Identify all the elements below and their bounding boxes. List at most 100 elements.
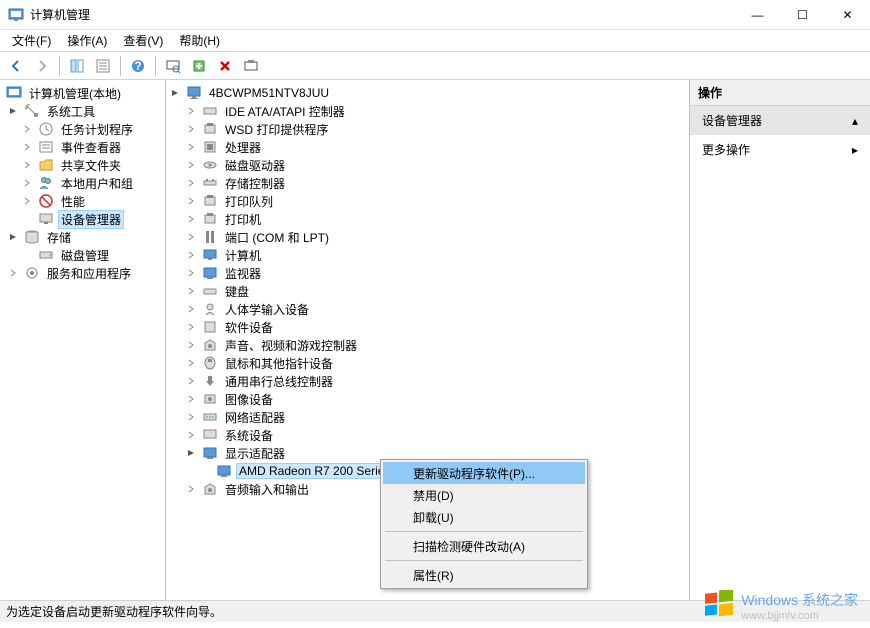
disk-mgmt-icon bbox=[38, 247, 54, 263]
display-adapter-icon bbox=[216, 463, 232, 479]
menu-action[interactable]: 操作(A) bbox=[59, 30, 115, 51]
disable-button[interactable] bbox=[213, 55, 237, 77]
device-category[interactable]: 图像设备 bbox=[168, 390, 687, 408]
device-category[interactable]: 端口 (COM 和 LPT) bbox=[168, 228, 687, 246]
ctx-update-driver[interactable]: 更新驱动程序软件(P)... bbox=[383, 462, 585, 484]
show-hide-tree-button[interactable] bbox=[65, 55, 89, 77]
tree-device-manager[interactable]: 设备管理器 bbox=[2, 210, 163, 228]
computer-mgmt-icon bbox=[6, 85, 22, 101]
ctx-uninstall[interactable]: 卸载(U) bbox=[383, 506, 585, 528]
expander-icon[interactable] bbox=[184, 194, 198, 208]
update-driver-button[interactable] bbox=[187, 55, 211, 77]
tree-storage[interactable]: 存储 bbox=[2, 228, 163, 246]
actions-more[interactable]: 更多操作 ▸ bbox=[690, 135, 870, 164]
expander-icon[interactable] bbox=[184, 320, 198, 334]
tree-item[interactable]: 事件查看器 bbox=[2, 138, 163, 156]
expander-icon[interactable] bbox=[184, 392, 198, 406]
menu-file[interactable]: 文件(F) bbox=[4, 30, 59, 51]
storage-icon bbox=[24, 229, 40, 245]
device-icon bbox=[202, 337, 218, 353]
uninstall-button[interactable] bbox=[239, 55, 263, 77]
tree-item[interactable]: 磁盘管理 bbox=[2, 246, 163, 264]
expander-icon[interactable] bbox=[184, 212, 198, 226]
device-category[interactable]: IDE ATA/ATAPI 控制器 bbox=[168, 102, 687, 120]
menu-view[interactable]: 查看(V) bbox=[115, 30, 171, 51]
maximize-button[interactable]: ☐ bbox=[780, 0, 825, 30]
expander-icon[interactable] bbox=[20, 122, 34, 136]
device-category[interactable]: 声音、视频和游戏控制器 bbox=[168, 336, 687, 354]
device-icon bbox=[202, 103, 218, 119]
expander-icon[interactable] bbox=[184, 428, 198, 442]
device-category[interactable]: 监视器 bbox=[168, 264, 687, 282]
arrow-up-icon: ▴ bbox=[852, 114, 858, 128]
device-category[interactable]: 鼠标和其他指针设备 bbox=[168, 354, 687, 372]
expander-icon[interactable] bbox=[184, 230, 198, 244]
expander-icon[interactable] bbox=[184, 122, 198, 136]
device-manager-icon bbox=[38, 211, 54, 227]
device-category[interactable]: 存储控制器 bbox=[168, 174, 687, 192]
device-category[interactable]: 计算机 bbox=[168, 246, 687, 264]
right-pane: 操作 设备管理器 ▴ 更多操作 ▸ bbox=[690, 80, 870, 600]
expander-icon[interactable] bbox=[184, 338, 198, 352]
tree-item[interactable]: 共享文件夹 bbox=[2, 156, 163, 174]
device-category[interactable]: WSD 打印提供程序 bbox=[168, 120, 687, 138]
expander-icon[interactable] bbox=[20, 176, 34, 190]
help-button[interactable]: ? bbox=[126, 55, 150, 77]
expander-icon[interactable] bbox=[184, 104, 198, 118]
device-icon bbox=[202, 157, 218, 173]
back-button[interactable] bbox=[4, 55, 28, 77]
expander-icon[interactable] bbox=[6, 266, 20, 280]
device-icon bbox=[202, 391, 218, 407]
expander-icon[interactable] bbox=[184, 140, 198, 154]
tree-item[interactable]: 任务计划程序 bbox=[2, 120, 163, 138]
scan-button[interactable] bbox=[161, 55, 185, 77]
properties-button[interactable] bbox=[91, 55, 115, 77]
expander-icon[interactable] bbox=[168, 86, 182, 100]
device-category[interactable]: 磁盘驱动器 bbox=[168, 156, 687, 174]
actions-selected[interactable]: 设备管理器 ▴ bbox=[690, 106, 870, 135]
ctx-disable[interactable]: 禁用(D) bbox=[383, 484, 585, 506]
tree-services[interactable]: 服务和应用程序 bbox=[2, 264, 163, 282]
menu-help[interactable]: 帮助(H) bbox=[171, 30, 228, 51]
ctx-scan[interactable]: 扫描检测硬件改动(A) bbox=[383, 535, 585, 557]
device-category[interactable]: 处理器 bbox=[168, 138, 687, 156]
expander-icon[interactable] bbox=[20, 140, 34, 154]
expander-icon[interactable] bbox=[184, 266, 198, 280]
expander-icon[interactable] bbox=[184, 374, 198, 388]
device-category[interactable]: 通用串行总线控制器 bbox=[168, 372, 687, 390]
services-icon bbox=[24, 265, 40, 281]
tree-root[interactable]: 计算机管理(本地) bbox=[2, 84, 163, 102]
expander-icon[interactable] bbox=[6, 104, 20, 118]
device-category[interactable]: 人体学输入设备 bbox=[168, 300, 687, 318]
computer-icon bbox=[186, 85, 202, 101]
device-category[interactable]: 软件设备 bbox=[168, 318, 687, 336]
expander-icon[interactable] bbox=[184, 284, 198, 298]
close-button[interactable]: ✕ bbox=[825, 0, 870, 30]
device-category[interactable]: 键盘 bbox=[168, 282, 687, 300]
forward-button[interactable] bbox=[30, 55, 54, 77]
expander-icon[interactable] bbox=[20, 194, 34, 208]
tree-item[interactable]: 性能 bbox=[2, 192, 163, 210]
expander-icon[interactable] bbox=[20, 158, 34, 172]
device-category[interactable]: 打印队列 bbox=[168, 192, 687, 210]
actions-header: 操作 bbox=[690, 80, 870, 106]
expander-icon[interactable] bbox=[184, 302, 198, 316]
device-icon bbox=[202, 211, 218, 227]
minimize-button[interactable]: — bbox=[735, 0, 780, 30]
ctx-properties[interactable]: 属性(R) bbox=[383, 564, 585, 586]
expander-icon[interactable] bbox=[184, 158, 198, 172]
device-category[interactable]: 网络适配器 bbox=[168, 408, 687, 426]
expander-icon[interactable] bbox=[184, 446, 198, 460]
device-category[interactable]: 系统设备 bbox=[168, 426, 687, 444]
windows-logo-icon bbox=[703, 590, 735, 622]
expander-icon[interactable] bbox=[184, 248, 198, 262]
expander-icon[interactable] bbox=[6, 230, 20, 244]
device-root[interactable]: 4BCWPM51NTV8JUU bbox=[168, 84, 687, 102]
expander-icon[interactable] bbox=[184, 356, 198, 370]
expander-icon[interactable] bbox=[184, 482, 198, 496]
expander-icon[interactable] bbox=[184, 410, 198, 424]
device-category[interactable]: 打印机 bbox=[168, 210, 687, 228]
tree-item[interactable]: 本地用户和组 bbox=[2, 174, 163, 192]
tree-system-tools[interactable]: 系统工具 bbox=[2, 102, 163, 120]
expander-icon[interactable] bbox=[184, 176, 198, 190]
